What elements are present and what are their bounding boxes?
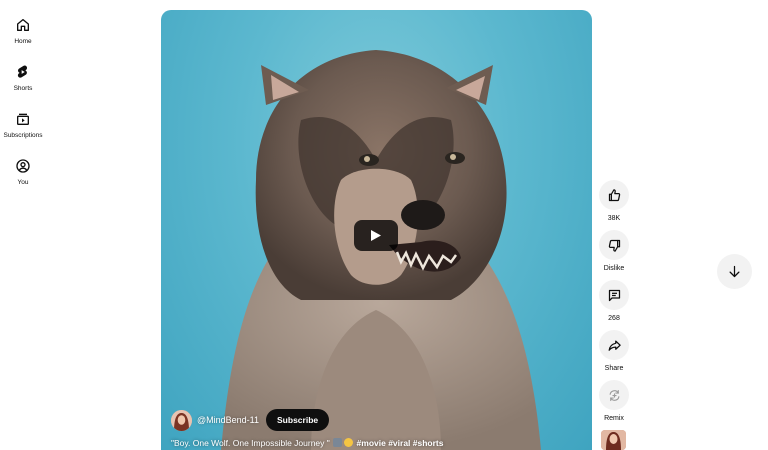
video-caption[interactable]: "Boy. One Wolf. One Impossible Journey "… [171, 438, 443, 448]
comments-action: 268 [597, 280, 631, 330]
channel-avatar[interactable] [171, 409, 192, 431]
caption-hashtags[interactable]: #movie #viral #shorts [357, 438, 444, 448]
shorts-video-player[interactable]: @MindBend-11 Subscribe "Boy. One Wolf. O… [161, 10, 592, 450]
nav-item-home[interactable]: Home [0, 8, 46, 55]
wolf-emoji-icon [333, 438, 343, 447]
play-icon [371, 230, 381, 241]
comments-button[interactable] [599, 280, 629, 310]
dislike-action: Dislike [597, 230, 631, 280]
share-icon [608, 340, 621, 351]
grimace-emoji-icon [344, 438, 354, 447]
subscriptions-icon [17, 113, 29, 125]
arrow-down-icon [729, 265, 740, 278]
account-icon [16, 159, 30, 173]
home-icon [17, 19, 29, 31]
channel-row: @MindBend-11 Subscribe [171, 409, 330, 431]
dislike-label: Dislike [603, 265, 625, 272]
subscribe-button[interactable]: Subscribe [266, 409, 330, 431]
like-count: 38K [607, 215, 621, 222]
shorts-icon [17, 65, 28, 78]
remix-label: Remix [604, 415, 624, 422]
comment-icon [608, 289, 620, 301]
caption-title: "Boy. One Wolf. One Impossible Journey " [171, 438, 330, 448]
action-column: 38K Dislike 268 Share Remix [597, 180, 631, 430]
nav-item-you[interactable]: You [0, 149, 46, 196]
thumbs-up-icon [608, 188, 620, 201]
remix-action: Remix [597, 380, 631, 430]
left-nav: Home Shorts Subscriptions You [0, 8, 46, 196]
nav-item-shorts[interactable]: Shorts [0, 55, 46, 102]
sound-thumbnail[interactable] [601, 430, 626, 450]
shorts-page: Home Shorts Subscriptions You @MindBend-… [0, 0, 768, 450]
sound-thumbnail-image [601, 430, 626, 450]
channel-handle[interactable]: @MindBend-11 [197, 415, 259, 425]
comment-count: 268 [608, 315, 620, 322]
nav-label-home: Home [14, 38, 32, 45]
nav-item-subscriptions[interactable]: Subscriptions [0, 102, 46, 149]
like-button[interactable] [599, 180, 629, 210]
next-video-button[interactable] [717, 254, 752, 289]
share-button[interactable] [599, 330, 629, 360]
dislike-button[interactable] [599, 230, 629, 260]
remix-button[interactable] [599, 380, 629, 410]
play-button[interactable] [354, 220, 398, 251]
share-label: Share [604, 365, 624, 372]
nav-label-shorts: Shorts [13, 85, 33, 92]
like-action: 38K [597, 180, 631, 230]
thumbs-down-icon [608, 239, 620, 252]
share-action: Share [597, 330, 631, 380]
remix-icon [609, 389, 619, 401]
nav-label-subscriptions: Subscriptions [3, 132, 43, 139]
nav-label-you: You [17, 179, 29, 186]
avatar-image [171, 409, 192, 431]
